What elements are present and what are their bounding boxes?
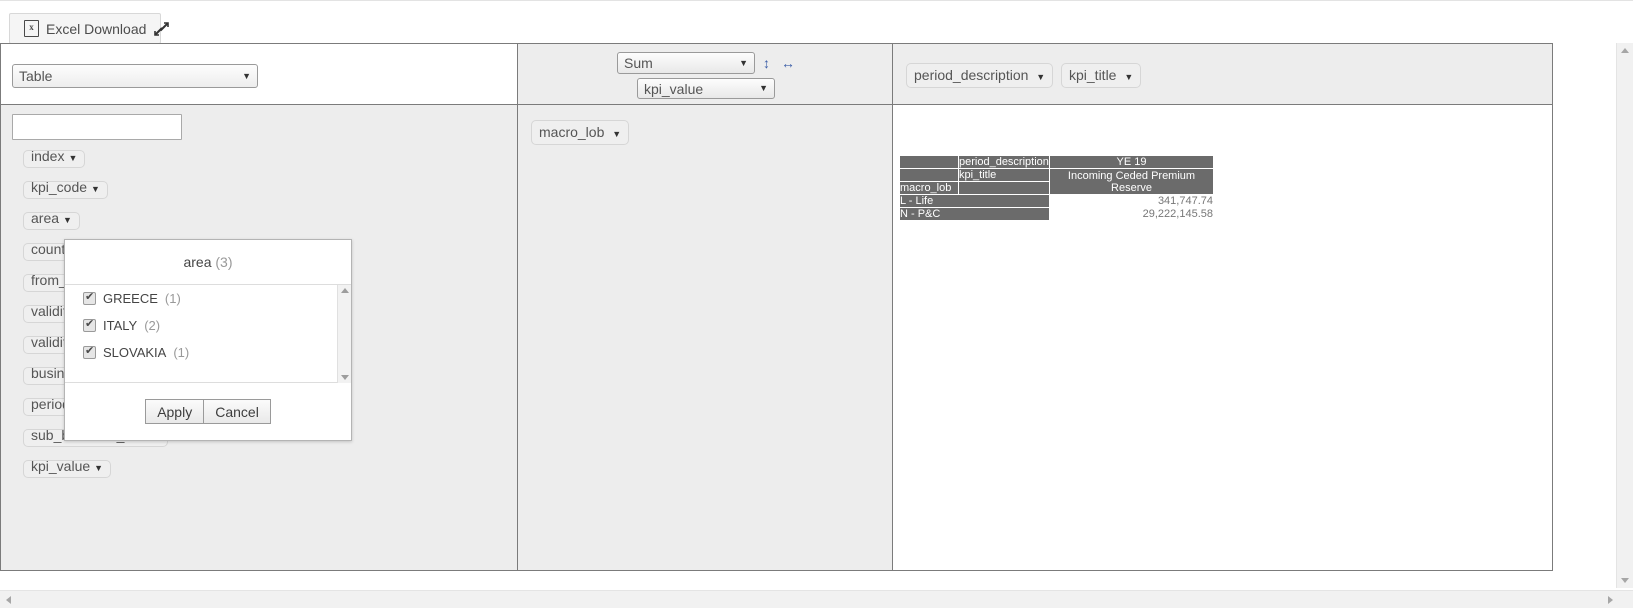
pivot-corner-cell bbox=[899, 155, 959, 169]
row-field-label: macro_lob bbox=[539, 124, 605, 140]
checkbox-checked-icon[interactable] bbox=[83, 318, 96, 332]
scroll-up-arrow-icon[interactable] bbox=[341, 288, 349, 293]
chevron-down-icon: ▼ bbox=[759, 83, 768, 93]
checkbox-checked-icon[interactable] bbox=[83, 291, 96, 305]
chevron-down-icon: ▼ bbox=[739, 57, 748, 68]
cancel-button[interactable]: Cancel bbox=[204, 399, 271, 424]
filter-popup-title: area (3) bbox=[65, 240, 351, 285]
value-field-select[interactable]: kpi_value ▼ bbox=[637, 78, 775, 99]
column-field-pill-period-description[interactable]: period_description ▼ bbox=[906, 63, 1054, 88]
pivot-table: period_description YE 19 kpi_title Incom… bbox=[899, 155, 1214, 221]
column-field-pill-kpi-title[interactable]: kpi_title ▼ bbox=[1061, 63, 1142, 88]
sort-horizontal-icon[interactable]: ↔ bbox=[781, 56, 795, 70]
table-row: L - Life 341,747.74 bbox=[899, 194, 1214, 208]
chevron-down-icon: ▼ bbox=[94, 463, 104, 473]
expand-arrows-icon[interactable] bbox=[151, 19, 171, 39]
chevron-down-icon: ▼ bbox=[242, 70, 251, 81]
pivot-col-dimension-2-label[interactable]: kpi_title bbox=[958, 168, 1050, 182]
left-panel-header: Table ▼ bbox=[1, 44, 517, 105]
chevron-down-icon: ▼ bbox=[612, 129, 622, 139]
pivot-col-header-row-2: kpi_title Incoming Ceded Premium Reserve bbox=[899, 168, 1214, 195]
aggregator-header: Sum ▼ ↕ ↔ kpi_value ▼ bbox=[518, 44, 892, 105]
scroll-down-arrow-icon[interactable] bbox=[341, 375, 349, 380]
chevron-down-icon: ▼ bbox=[1124, 72, 1134, 82]
scroll-right-arrow-icon[interactable] bbox=[1608, 596, 1613, 604]
filter-option-list: GREECE (1) ITALY (2) SLOVAKIA (1) bbox=[65, 285, 351, 383]
column-field-label: kpi_title bbox=[1069, 67, 1117, 83]
pivot-col-dimension-1-label[interactable]: period_description bbox=[958, 155, 1050, 169]
field-label: kpi_value bbox=[31, 458, 91, 474]
chevron-down-icon: ▼ bbox=[68, 153, 78, 163]
page-horizontal-scrollbar[interactable] bbox=[0, 590, 1633, 608]
filter-option-label: ITALY bbox=[103, 318, 138, 333]
pivot-col-header-row-1: period_description YE 19 bbox=[899, 155, 1214, 169]
sort-vertical-icon[interactable]: ↕ bbox=[763, 56, 770, 70]
pivot-spacer-cell bbox=[958, 181, 1050, 195]
filter-option-italy[interactable]: ITALY (2) bbox=[65, 312, 351, 339]
filter-option-label: GREECE bbox=[103, 291, 158, 306]
filter-option-label: SLOVAKIA bbox=[103, 345, 167, 360]
scroll-left-arrow-icon[interactable] bbox=[6, 596, 11, 604]
filter-option-greece[interactable]: GREECE (1) bbox=[65, 285, 351, 312]
column-fields-dropzone[interactable]: period_description ▼ kpi_title ▼ bbox=[893, 44, 1552, 105]
search-input[interactable] bbox=[12, 114, 182, 140]
checkbox-checked-icon[interactable] bbox=[83, 345, 96, 359]
filter-popup: area (3) GREECE (1) ITALY (2) SLOVAKIA (… bbox=[64, 239, 352, 441]
field-pill-kpi-value[interactable]: kpi_value ▼ bbox=[23, 458, 112, 478]
middle-panel: Sum ▼ ↕ ↔ kpi_value ▼ macro_lob ▼ bbox=[518, 44, 892, 570]
filter-option-slovakia[interactable]: SLOVAKIA (1) bbox=[65, 339, 351, 366]
pivot-col-dimension-1-value[interactable]: YE 19 bbox=[1049, 155, 1214, 169]
field-label: area bbox=[31, 210, 60, 226]
excel-file-icon: x bbox=[24, 20, 39, 37]
pivot-row-dimension-label[interactable]: macro_lob bbox=[899, 181, 959, 195]
excel-download-label: Excel Download bbox=[46, 20, 147, 37]
filter-popup-actions: Apply Cancel bbox=[65, 383, 351, 440]
pivot-cell-value: 29,222,145.58 bbox=[1049, 207, 1214, 221]
chevron-down-icon: ▼ bbox=[91, 184, 100, 194]
chevron-down-icon: ▼ bbox=[1036, 72, 1046, 82]
pivot-col-dimension-2-value[interactable]: Incoming Ceded Premium Reserve bbox=[1049, 168, 1214, 195]
table-select[interactable]: Table ▼ bbox=[12, 64, 258, 88]
row-fields-dropzone[interactable]: macro_lob ▼ bbox=[518, 105, 892, 570]
filter-list-scrollbar[interactable] bbox=[337, 285, 351, 383]
pivot-output-area: period_description YE 19 kpi_title Incom… bbox=[893, 105, 1552, 570]
field-pill-index[interactable]: index ▼ bbox=[23, 148, 86, 168]
table-select-value: Table bbox=[19, 68, 53, 84]
page-vertical-scrollbar[interactable] bbox=[1616, 43, 1633, 588]
field-row: kpi_code ▼ bbox=[23, 179, 483, 212]
apply-button[interactable]: Apply bbox=[145, 399, 205, 424]
pivot-row-label: N - P&C bbox=[899, 207, 1050, 221]
field-row: index ▼ bbox=[23, 148, 483, 181]
aggregator-select[interactable]: Sum ▼ bbox=[617, 52, 755, 74]
pivot-table-app: x Excel Download Table ▼ index ▼ kpi_cod… bbox=[0, 0, 1633, 608]
table-row: N - P&C 29,222,145.58 bbox=[899, 207, 1214, 221]
filter-option-count: (2) bbox=[144, 318, 161, 333]
pivot-row-label: L - Life bbox=[899, 194, 1050, 208]
field-row: kpi_value ▼ bbox=[23, 458, 483, 491]
filter-popup-count: (3) bbox=[215, 254, 233, 270]
scroll-up-arrow-icon[interactable] bbox=[1621, 48, 1629, 53]
aggregator-value: Sum bbox=[624, 55, 653, 71]
row-field-pill-macro-lob[interactable]: macro_lob ▼ bbox=[531, 120, 630, 145]
filter-option-count: (1) bbox=[164, 291, 181, 306]
chevron-down-icon: ▼ bbox=[63, 215, 72, 225]
field-label: kpi_code bbox=[31, 179, 88, 195]
value-field-value: kpi_value bbox=[644, 80, 704, 97]
field-pill-kpi-code[interactable]: kpi_code ▼ bbox=[23, 179, 108, 199]
field-pill-area[interactable]: area ▼ bbox=[23, 210, 80, 230]
filter-popup-field-name: area bbox=[183, 254, 212, 270]
filter-option-count: (1) bbox=[173, 345, 190, 360]
excel-download-button[interactable]: x Excel Download bbox=[9, 13, 162, 44]
pivot-corner-cell bbox=[899, 168, 959, 182]
field-label: index bbox=[31, 148, 65, 164]
column-field-label: period_description bbox=[914, 67, 1029, 83]
right-panel: period_description ▼ kpi_title ▼ period_… bbox=[893, 44, 1552, 570]
scroll-down-arrow-icon[interactable] bbox=[1621, 578, 1629, 583]
pivot-cell-value: 341,747.74 bbox=[1049, 194, 1214, 208]
